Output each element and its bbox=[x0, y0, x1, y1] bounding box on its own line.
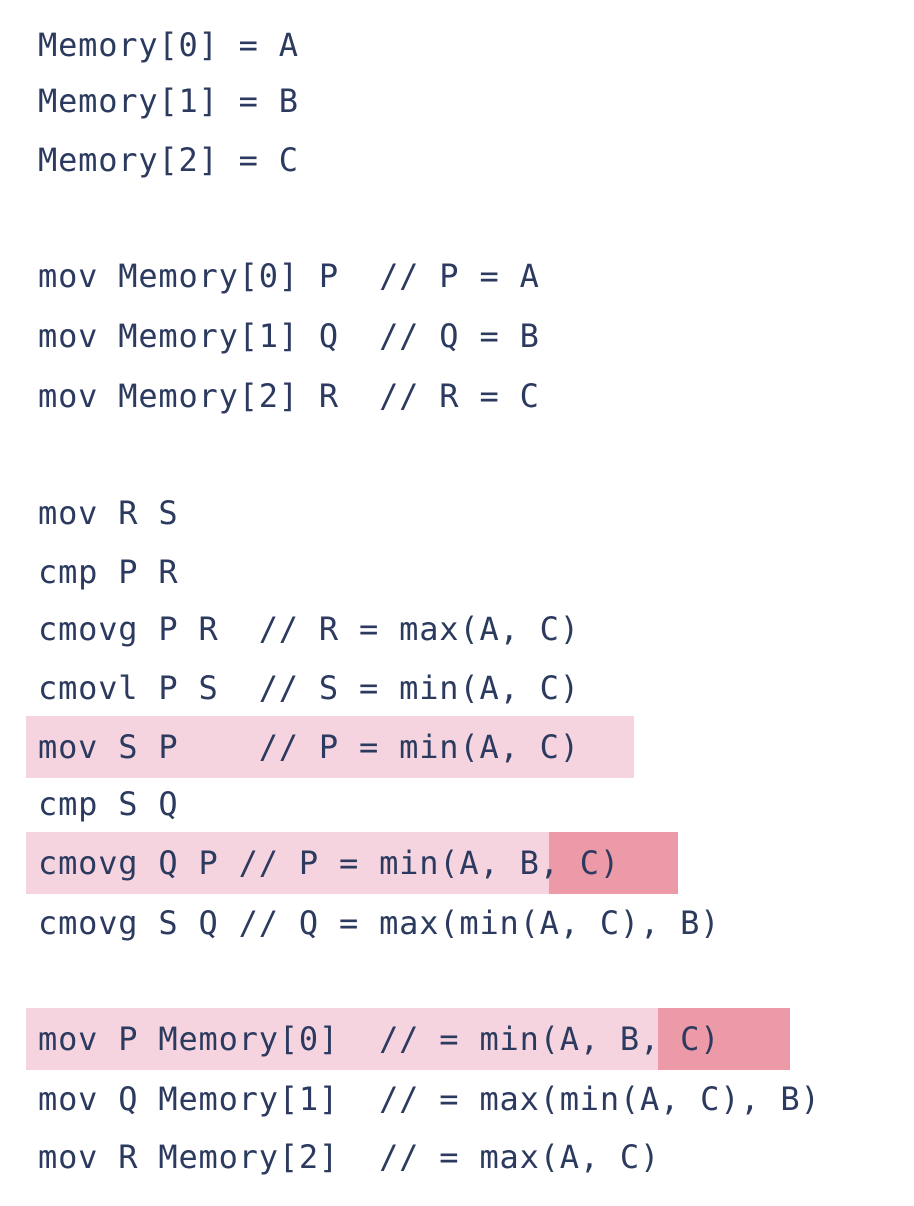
code-line: mov R Memory[2] // = max(A, C) bbox=[38, 1138, 661, 1176]
code-line-highlighted: mov S P // P = min(A, C) bbox=[38, 728, 580, 766]
code-line: cmp S Q bbox=[38, 785, 179, 823]
code-line: cmovl P S // S = min(A, C) bbox=[38, 669, 580, 707]
code-line: cmp P R bbox=[38, 553, 179, 591]
code-line: mov Memory[1] Q // Q = B bbox=[38, 317, 540, 355]
code-line: mov R S bbox=[38, 494, 179, 532]
code-line: mov Q Memory[1] // = max(min(A, C), B) bbox=[38, 1080, 821, 1118]
code-line: Memory[1] = B bbox=[38, 82, 299, 120]
code-line: cmovg P R // R = max(A, C) bbox=[38, 610, 580, 648]
code-line-highlighted: mov P Memory[0] // = min(A, B, C) bbox=[38, 1020, 721, 1058]
code-line: Memory[2] = C bbox=[38, 141, 299, 179]
code-line: mov Memory[0] P // P = A bbox=[38, 257, 540, 295]
code-block: Memory[0] = A Memory[1] = B Memory[2] = … bbox=[0, 0, 914, 1206]
code-line-highlighted: cmovg Q P // P = min(A, B, C) bbox=[38, 844, 620, 882]
code-line: cmovg S Q // Q = max(min(A, C), B) bbox=[38, 904, 721, 942]
code-line: Memory[0] = A bbox=[38, 26, 299, 64]
code-line: mov Memory[2] R // R = C bbox=[38, 377, 540, 415]
